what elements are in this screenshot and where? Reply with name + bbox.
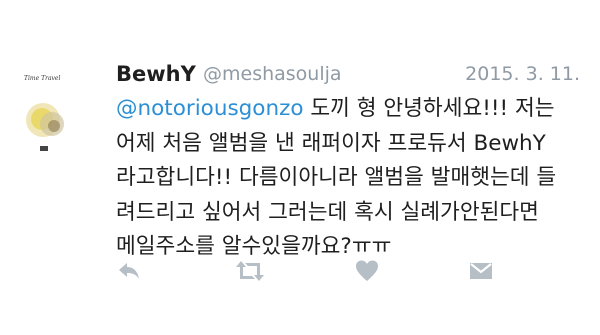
tweet-text-line-3: 라고합니다!! 다름이아니라 앨범을 발매햇는데 들: [116, 165, 557, 190]
retweet-icon: [236, 261, 264, 281]
tweet-card: Time Travel BewhY @meshasoulja 2015. 3. …: [0, 0, 600, 335]
svg-text:Time Travel: Time Travel: [24, 75, 60, 82]
mention-link[interactable]: @notoriousgonzo: [116, 96, 304, 121]
album-cover-avatar-image: Time Travel: [24, 75, 64, 151]
like-button[interactable]: [354, 258, 382, 286]
retweet-button[interactable]: [233, 258, 267, 286]
reply-button[interactable]: [116, 258, 144, 286]
direct-message-icon: [470, 263, 492, 279]
avatar[interactable]: Time Travel: [18, 66, 76, 156]
tweet-date[interactable]: 2015. 3. 11.: [465, 63, 580, 85]
author-name[interactable]: BewhY: [116, 62, 196, 86]
tweet-text: @notoriousgonzo 도끼 형 안녕하세요!!! 저는 어제 처음 앨…: [116, 92, 586, 265]
tweet-text-line-2: 어제 처음 앨범을 낸 래퍼이자 프로듀서 BewhY: [116, 130, 546, 156]
tweet-actions: [116, 258, 546, 288]
author-handle[interactable]: @meshasoulja: [203, 63, 342, 85]
direct-message-button[interactable]: [468, 258, 496, 286]
tweet-text-line-1: @notoriousgonzo 도끼 형 안녕하세요!!! 저는: [116, 92, 586, 127]
tweet-text-line-4: 려드리고 싶어서 그러는데 혹시 실례가안된다면: [116, 199, 539, 225]
tweet-text-line-1-rest: 도끼 형 안녕하세요!!! 저는: [303, 96, 555, 121]
like-heart-icon: [356, 260, 378, 281]
reply-icon: [119, 263, 139, 279]
